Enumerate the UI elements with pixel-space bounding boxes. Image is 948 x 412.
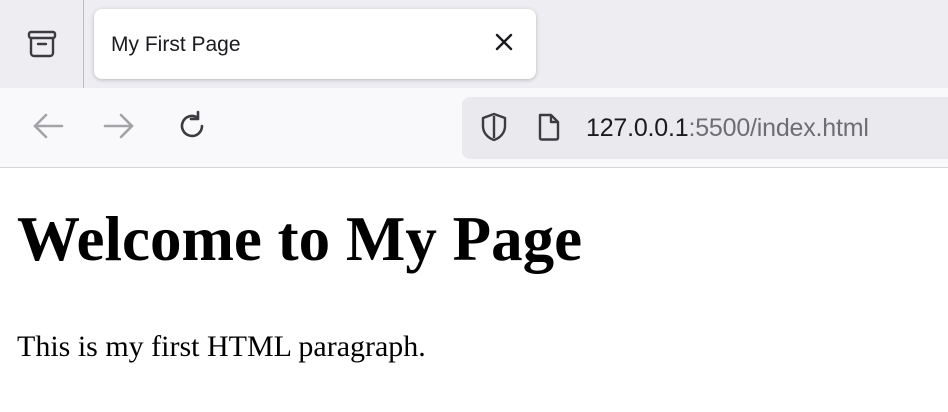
page-icon [537, 112, 561, 147]
tab-close-button[interactable] [490, 30, 518, 58]
tab-manager-icon [26, 29, 58, 59]
close-icon [495, 33, 513, 56]
address-bar[interactable]: 127.0.0.1:5500/index.html [462, 97, 948, 159]
tab-manager-button[interactable] [0, 0, 84, 88]
url-host: 127.0.0.1 [586, 114, 689, 142]
page-heading: Welcome to My Page [17, 204, 583, 274]
tab-title: My First Page [111, 33, 241, 56]
tracking-protection-button[interactable] [478, 111, 510, 148]
url-text[interactable]: 127.0.0.1:5500/index.html [586, 114, 869, 143]
reload-icon [176, 110, 208, 147]
url-path: :5500/index.html [688, 114, 869, 142]
page-paragraph: This is my first HTML paragraph. [17, 330, 426, 363]
site-info-button[interactable] [536, 113, 562, 145]
tab-active[interactable]: My First Page [94, 9, 536, 79]
back-arrow-icon [31, 111, 65, 146]
tab-strip: My First Page [0, 0, 948, 88]
navigation-toolbar: 127.0.0.1:5500/index.html [0, 88, 948, 168]
shield-icon [479, 111, 509, 148]
page-content: Welcome to My Page This is my first HTML… [0, 168, 948, 412]
forward-arrow-icon [102, 111, 136, 146]
forward-button[interactable] [99, 108, 139, 148]
browser-window: My First Page 127.0.0.1:5500/index.html … [0, 0, 948, 412]
back-button[interactable] [28, 108, 68, 148]
reload-button[interactable] [172, 108, 212, 148]
